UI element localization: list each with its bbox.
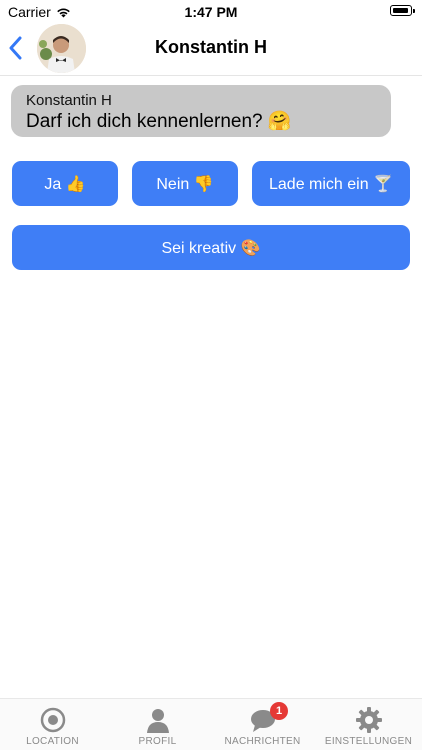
- chat-title: Konstantin H: [155, 37, 267, 57]
- status-bar: Carrier 1:47 PM: [0, 0, 422, 22]
- profile-icon: [146, 709, 169, 733]
- reply-invite-button[interactable]: Lade mich ein 🍸: [252, 161, 410, 206]
- tab-messages[interactable]: 1 NACHRICHTEN: [210, 699, 315, 750]
- battery-icon: [390, 5, 415, 16]
- message-sender: Konstantin H: [26, 92, 112, 109]
- gear-icon: [355, 707, 382, 733]
- chat-screen: Carrier 1:47 PM Konstantin H Konstantin …: [0, 0, 422, 750]
- location-icon: [40, 707, 65, 733]
- tab-bar: LOCATION PROFIL 1 NACHRICHTEN EINSTELLUN…: [0, 698, 422, 750]
- navigation-bar: Konstantin H: [0, 22, 422, 76]
- tab-profile[interactable]: PROFIL: [105, 699, 210, 750]
- message-text: Darf ich dich kennenlernen? 🤗: [26, 111, 292, 132]
- unread-badge: 1: [270, 702, 288, 720]
- tab-location[interactable]: LOCATION: [0, 699, 105, 750]
- tab-profile-label: PROFIL: [138, 736, 177, 747]
- tab-settings[interactable]: EINSTELLUNGEN: [316, 699, 421, 750]
- tab-messages-label: NACHRICHTEN: [224, 736, 301, 747]
- status-time: 1:47 PM: [184, 4, 238, 20]
- reply-no-button[interactable]: Nein 👎: [132, 161, 238, 206]
- message-bubble: Konstantin H Darf ich dich kennenlernen?…: [11, 85, 391, 137]
- reply-creative-button[interactable]: Sei kreativ 🎨: [12, 225, 410, 270]
- reply-yes-button[interactable]: Ja 👍: [12, 161, 118, 206]
- tab-settings-label: EINSTELLUNGEN: [324, 736, 413, 747]
- tab-location-label: LOCATION: [26, 736, 79, 747]
